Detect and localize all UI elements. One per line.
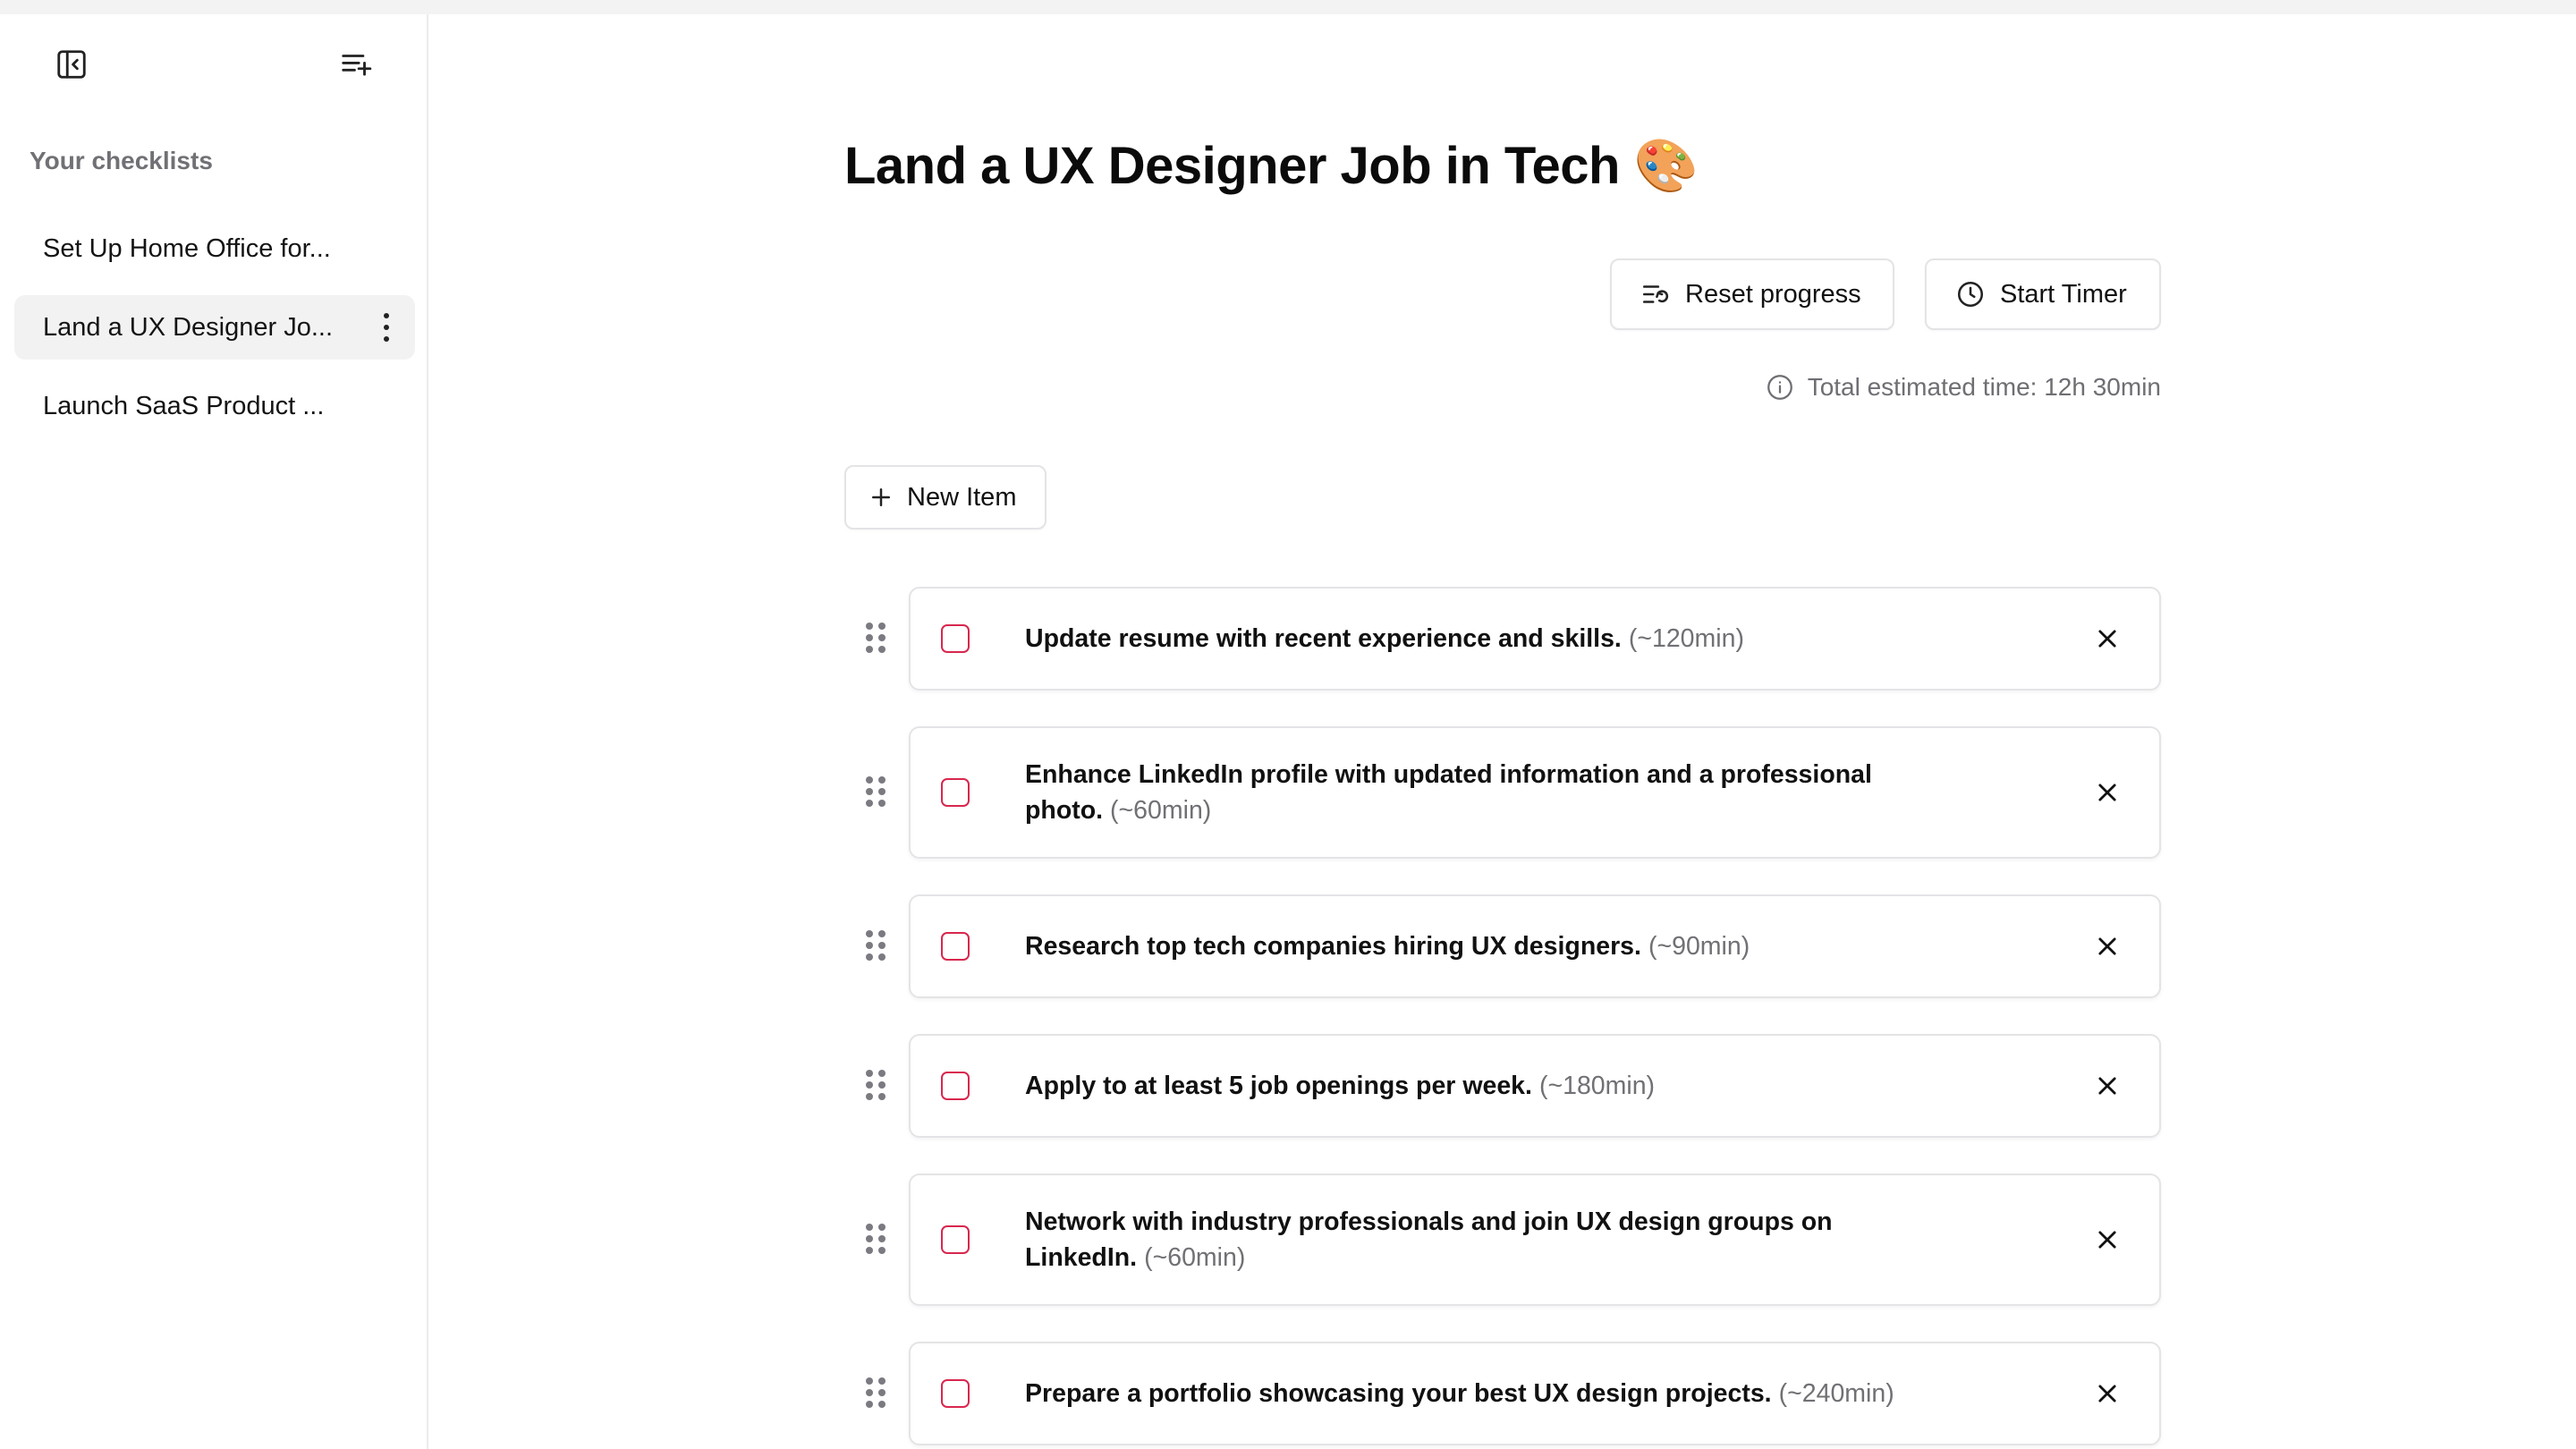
new-checklist-button[interactable] [336,45,376,84]
sidebar-item-label: Land a UX Designer Jo... [43,312,334,342]
item-time: (~180min) [1538,1072,1656,1100]
collapse-sidebar-button[interactable] [52,45,91,84]
grip-vertical-icon[interactable] [866,1224,886,1254]
reset-progress-label: Reset progress [1685,279,1861,309]
grip-vertical-icon[interactable] [866,776,886,807]
checklist-item-card: Enhance LinkedIn profile with updated in… [909,726,2161,859]
checklist-list: Set Up Home Office for... Land a UX Desi… [14,216,415,453]
item-checkbox[interactable] [941,1072,970,1100]
info-icon [1767,375,1792,400]
item-text: Apply to at least 5 job openings per wee… [1025,1068,1919,1104]
checklist-main: Land a UX Designer Job in Tech 🎨 Reset p… [844,14,2161,1449]
sidebar-item-ux-designer-job[interactable]: Land a UX Designer Jo... [14,295,415,360]
plus-icon [872,488,890,506]
page-title: Land a UX Designer Job in Tech 🎨 [844,137,1699,195]
checklist-item-card: Research top tech companies hiring UX de… [909,894,2161,998]
item-checkbox[interactable] [941,624,970,653]
checklist-item-card: Prepare a portfolio showcasing your best… [909,1342,2161,1445]
close-icon [2098,937,2116,955]
delete-item-button[interactable] [2089,1222,2125,1258]
item-text: Update resume with recent experience and… [1025,621,1919,657]
item-title: Update resume with recent experience and… [1025,624,1622,653]
close-icon [2098,784,2116,801]
item-time: (~60min) [1144,1243,1246,1272]
sidebar-item-home-office[interactable]: Set Up Home Office for... [14,216,415,281]
window-top-bar [0,0,2576,14]
sidebar-item-label: Launch SaaS Product ... [43,391,325,420]
panel-left-close-icon [57,50,86,79]
item-text: Network with industry professionals and … [1025,1204,1919,1275]
delete-item-button[interactable] [2089,928,2125,964]
close-icon [2098,1077,2116,1095]
item-text: Research top tech companies hiring UX de… [1025,928,1919,964]
item-time: (~120min) [1628,624,1744,653]
item-time: (~240min) [1778,1379,1894,1408]
checklist-item-card: Network with industry professionals and … [909,1174,2161,1306]
delete-item-button[interactable] [2089,1068,2125,1104]
grip-vertical-icon[interactable] [866,623,886,653]
reset-progress-button[interactable]: Reset progress [1610,258,1894,330]
list-plus-icon [342,55,372,76]
delete-item-button[interactable] [2089,621,2125,657]
grip-vertical-icon[interactable] [866,930,886,961]
new-item-button[interactable]: New Item [844,465,1046,530]
item-checkbox[interactable] [941,1379,970,1408]
item-title: Research top tech companies hiring UX de… [1025,932,1641,961]
delete-item-button[interactable] [2089,775,2125,810]
sidebar: Your checklists Set Up Home Office for..… [0,14,428,1449]
item-time: (~90min) [1648,932,1750,961]
item-checkbox[interactable] [941,1225,970,1254]
grip-vertical-icon[interactable] [866,1070,886,1100]
item-checkbox[interactable] [941,778,970,807]
grip-vertical-icon[interactable] [866,1377,886,1408]
clock-icon [1957,281,1984,308]
close-icon [2098,630,2116,648]
item-text: Enhance LinkedIn profile with updated in… [1025,757,1919,828]
item-title: Prepare a portfolio showcasing your best… [1025,1379,1772,1408]
delete-item-button[interactable] [2089,1376,2125,1411]
checklist-item-card: Update resume with recent experience and… [909,587,2161,691]
more-vertical-icon[interactable] [381,313,392,342]
new-item-label: New Item [907,482,1017,512]
sidebar-item-saas-launch[interactable]: Launch SaaS Product ... [14,374,415,438]
item-time: (~60min) [1110,796,1212,825]
list-restart-icon [1642,285,1669,303]
checklist-item-card: Apply to at least 5 job openings per wee… [909,1034,2161,1138]
close-icon [2098,1385,2116,1402]
sidebar-heading: Your checklists [30,147,213,174]
item-title: Apply to at least 5 job openings per wee… [1025,1072,1532,1100]
estimated-time: Total estimated time: 12h 30min [1765,372,2161,402]
start-timer-label: Start Timer [2000,279,2127,309]
sidebar-item-label: Set Up Home Office for... [43,233,331,263]
close-icon [2098,1231,2116,1249]
start-timer-button[interactable]: Start Timer [1925,258,2161,330]
item-text: Prepare a portfolio showcasing your best… [1025,1376,1919,1411]
item-checkbox[interactable] [941,932,970,961]
estimated-time-text: Total estimated time: 12h 30min [1807,373,2161,401]
